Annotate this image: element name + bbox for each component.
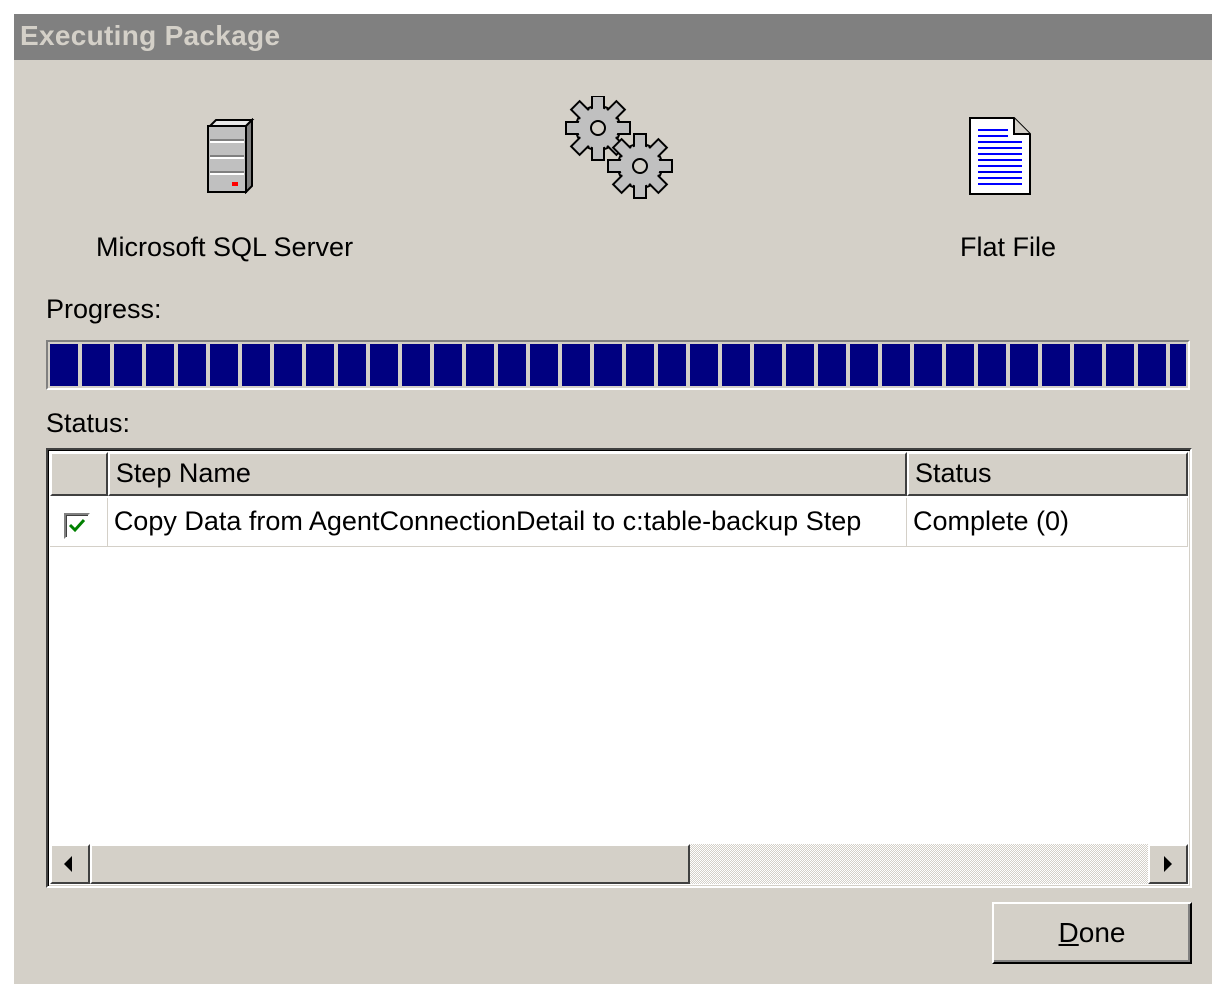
gears-icon [565,96,673,199]
row-step-name: Copy Data from AgentConnectionDetail to … [108,498,907,546]
scroll-left-button[interactable] [50,844,90,884]
source-label: Microsoft SQL Server [96,232,354,262]
destination-label: Flat File [960,232,1057,262]
server-icon [207,118,255,194]
column-header-status[interactable]: Status [906,452,1188,496]
progress-bar-fill [50,344,1186,386]
status-list-header: Step Name Status [50,452,1188,496]
document-icon [969,117,1031,195]
done-button-label: one [1078,917,1126,948]
scroll-thumb[interactable] [90,844,690,884]
executing-package-dialog: Executing Package Microsoft SQL Server F… [12,12,1212,984]
scroll-right-button[interactable] [1148,844,1188,884]
progress-bar [46,340,1190,390]
row-status: Complete (0) [907,498,1188,546]
column-header-check[interactable] [50,452,108,496]
arrow-right-icon [1164,856,1172,872]
window-title: Executing Package [20,20,281,51]
done-button[interactable]: Done [992,902,1192,964]
table-row[interactable]: Copy Data from AgentConnectionDetail to … [50,498,1188,547]
title-bar: Executing Package [14,14,1212,60]
progress-label: Progress: [46,294,162,324]
done-button-accel: D [1058,917,1079,948]
arrow-left-icon [64,856,72,872]
status-label: Status: [46,408,131,438]
column-header-step-name[interactable]: Step Name [107,452,907,496]
check-icon [64,513,90,539]
horizontal-scrollbar[interactable] [50,844,1188,884]
row-check-cell [50,498,108,546]
status-list[interactable]: Step Name Status Copy Data from AgentCon… [46,448,1192,888]
